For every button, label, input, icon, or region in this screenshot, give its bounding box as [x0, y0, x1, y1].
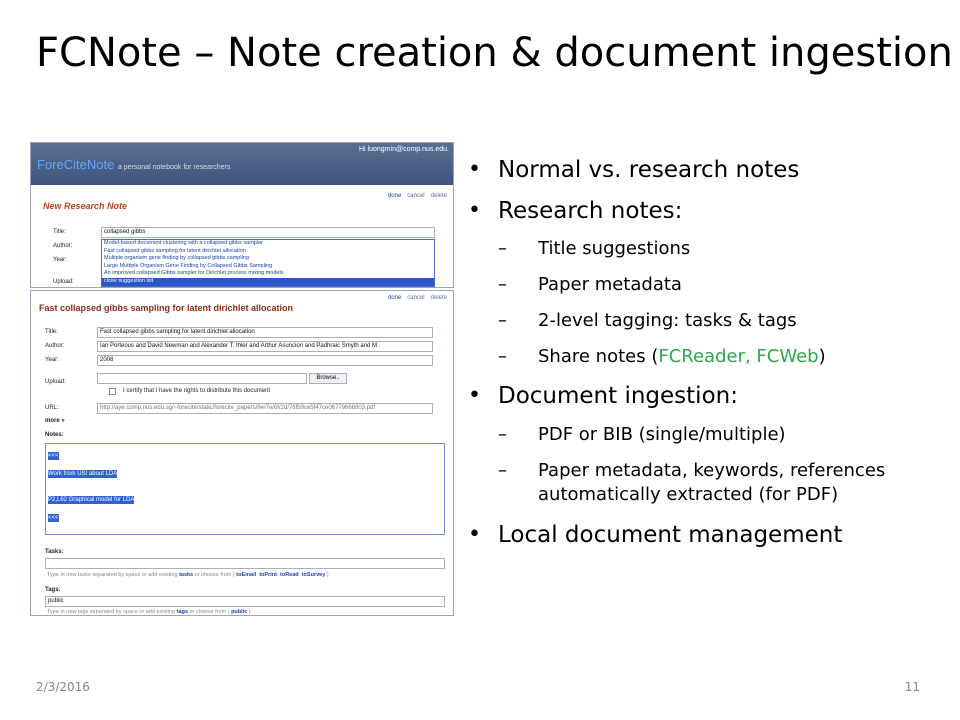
share-targets: FCReader, FCWeb: [658, 346, 819, 367]
sub-bullet-pdf-bib: – PDF or BIB (single/multiple): [498, 424, 786, 445]
app-tagline: a personal notebook for researchers: [117, 164, 231, 171]
note-line: <<<: [48, 452, 59, 460]
sub-bullet-share-notes: – Share notes (FCReader, FCWeb): [498, 346, 826, 367]
tasks-input[interactable]: [45, 558, 445, 569]
sub-bullet-metadata-extraction: – Paper metadata, keywords, references: [498, 460, 886, 481]
browse-button[interactable]: Browse..: [309, 373, 347, 384]
author-label: Author:: [53, 243, 73, 249]
slide-page-number: 11: [904, 680, 920, 694]
cancel-link[interactable]: cancel: [407, 193, 424, 199]
done-link[interactable]: done: [388, 295, 401, 301]
bullet-normal-vs-research: Normal vs. research notes: [468, 156, 958, 184]
upload-file-input[interactable]: [97, 373, 307, 384]
title-label: Title:: [53, 229, 66, 235]
note-line: <<<: [48, 514, 59, 522]
slide-date: 2/3/2016: [36, 680, 90, 694]
bullet-document-ingestion: Document ingestion:: [468, 382, 958, 410]
slide-title: FCNote – Note creation & document ingest…: [36, 30, 953, 76]
note-line: P2,L62 Graphical model for LDA: [48, 496, 135, 504]
suggestion-item[interactable]: Model-based document clustering with a c…: [102, 240, 434, 248]
tasks-link[interactable]: tasks: [179, 572, 193, 578]
sub-bullet-paper-metadata: – Paper metadata: [498, 274, 682, 295]
app-name: ForeCiteNote: [37, 157, 115, 172]
sub-bullet-metadata-extraction-cont: automatically extracted (for PDF): [538, 484, 839, 505]
bullet-list: Normal vs. research notes Research notes…: [468, 156, 958, 549]
new-research-note-screenshot: Hi luongmin@comp.nus.edu. ForeCiteNote a…: [30, 142, 454, 288]
notes-label: Notes:: [45, 432, 64, 438]
author-input[interactable]: Ian Porteous and David Newman and Alexan…: [97, 341, 433, 352]
task-option[interactable]: toPrint: [259, 572, 277, 578]
suggestion-item[interactable]: Large Multiple Organism Gene Finding by …: [102, 263, 434, 271]
user-greeting: Hi luongmin@comp.nus.edu.: [359, 146, 449, 153]
title-input[interactable]: Fast collapsed gibbs sampling for latent…: [97, 327, 433, 338]
bullet-research-notes: Research notes:: [468, 197, 958, 225]
tags-hint: Type in new tags separated by space or a…: [47, 609, 251, 615]
tags-input[interactable]: public: [45, 596, 445, 607]
tag-option[interactable]: public: [231, 609, 247, 615]
sub-bullet-tagging: –2-level tagging: tasks & tags: [498, 310, 797, 331]
app-header: Hi luongmin@comp.nus.edu. ForeCiteNote a…: [31, 143, 453, 185]
year-input[interactable]: 2008: [97, 355, 433, 366]
note-line: Work from USI about LDA: [48, 470, 118, 478]
more-link[interactable]: more »: [45, 418, 65, 424]
suggestion-item[interactable]: Fast collapsed gibbs sampling for latent…: [102, 248, 434, 256]
delete-link[interactable]: delete: [431, 295, 447, 301]
tags-link[interactable]: tags: [177, 609, 188, 615]
url-input[interactable]: http://aye.comp.nus.edu.sg/~forecite/sta…: [97, 403, 433, 414]
note-actions: done cancel delete: [382, 193, 447, 199]
title-label: Title:: [45, 329, 58, 335]
certify-label: I certify that I have the rights to dist…: [123, 388, 271, 394]
done-link[interactable]: done: [388, 193, 401, 199]
upload-label: Upload:: [45, 379, 66, 385]
task-option[interactable]: toEmail: [236, 572, 256, 578]
note-actions: done cancel delete: [382, 295, 447, 301]
year-label: Year:: [53, 257, 67, 263]
tags-label: Tags:: [45, 587, 61, 593]
upload-label: Upload:: [53, 279, 74, 285]
year-label: Year:: [45, 357, 59, 363]
certify-checkbox[interactable]: [109, 388, 116, 395]
paper-note-screenshot: done cancel delete Fast collapsed gibbs sa…: [30, 290, 454, 616]
sub-bullet-title-suggestions: – Title suggestions: [498, 238, 691, 259]
tasks-label: Tasks:: [45, 549, 64, 555]
close-suggestion-list[interactable]: close suggestion list: [102, 277, 434, 286]
cancel-link[interactable]: cancel: [407, 295, 424, 301]
document-title: Fast collapsed gibbs sampling for latent…: [39, 303, 294, 313]
author-label: Author:: [45, 343, 65, 349]
bullet-local-document-management: Local document management: [468, 521, 958, 549]
page-title: New Research Note: [43, 201, 128, 211]
delete-link[interactable]: delete: [431, 193, 447, 199]
task-option[interactable]: toSurvey: [302, 572, 326, 578]
url-label: URL:: [45, 405, 59, 411]
notes-textarea[interactable]: <<< Work from USI about LDA P2,L62 Graph…: [45, 443, 445, 535]
suggestion-item[interactable]: Multiple organism gene finding by collap…: [102, 255, 434, 263]
tasks-hint: Type in new tasks separated by space or …: [47, 572, 329, 578]
suggestion-item[interactable]: An improved collapsed Gibbs sampler for …: [102, 270, 434, 278]
title-suggestion-list: Model-based document clustering with a c…: [101, 239, 435, 287]
title-input[interactable]: collapsed gibbs: [101, 227, 435, 238]
task-option[interactable]: toRead: [280, 572, 299, 578]
app-logo[interactable]: ForeCiteNote a personal notebook for res…: [37, 157, 230, 172]
